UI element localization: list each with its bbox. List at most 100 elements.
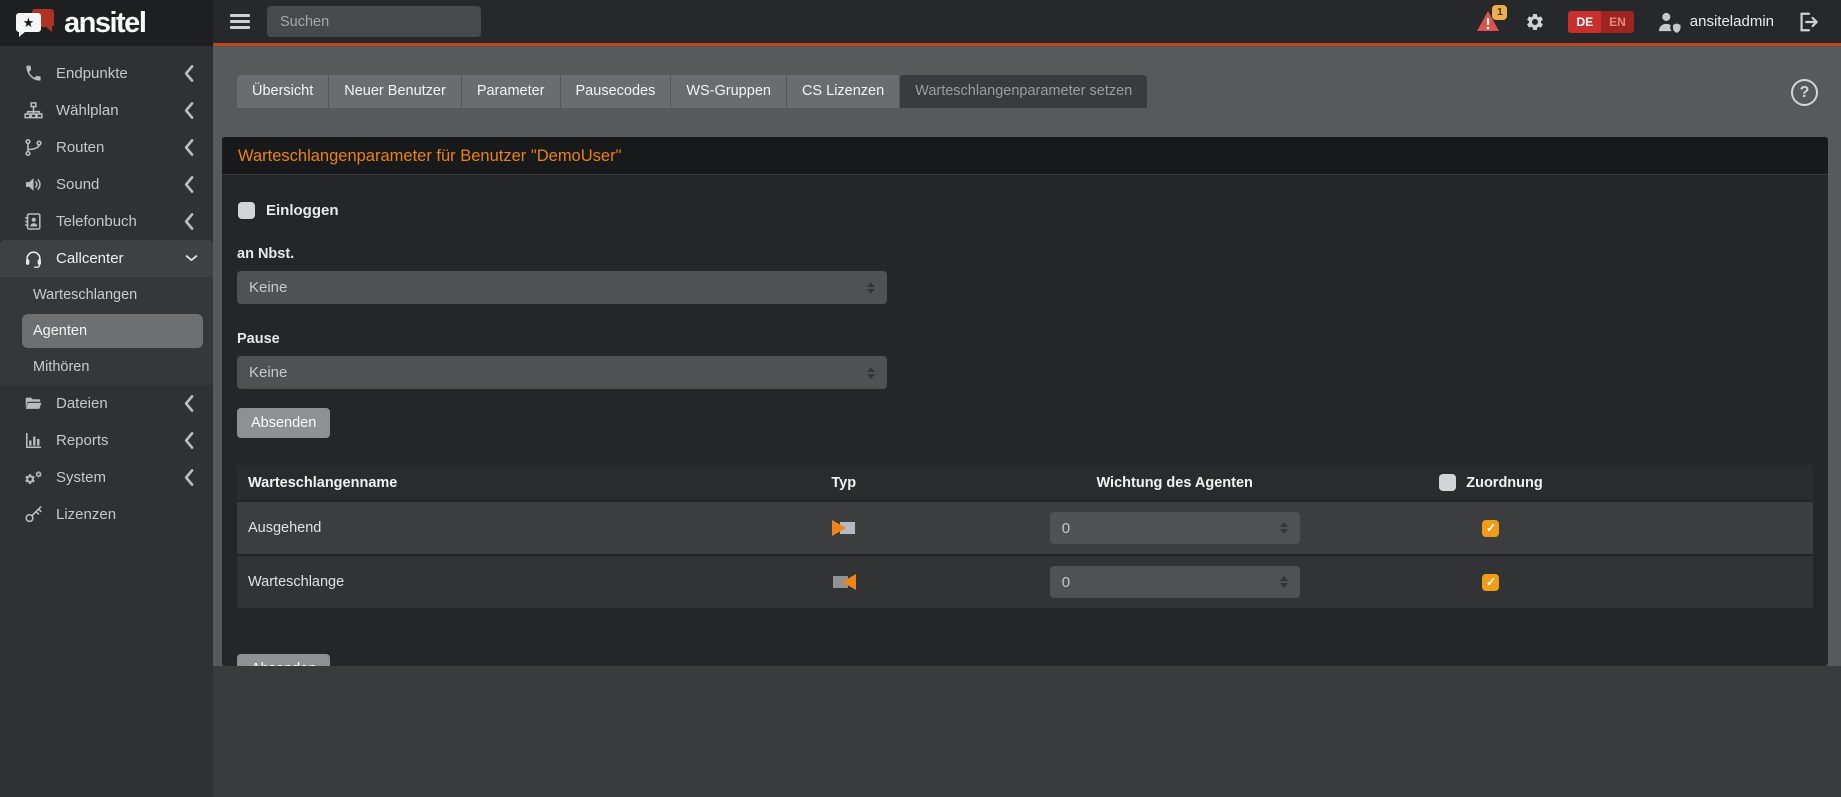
weight-select[interactable]: 0 <box>1050 512 1300 544</box>
settings-button[interactable] <box>1525 12 1545 32</box>
chevron-left-icon <box>179 394 198 413</box>
user-shield-icon <box>1657 11 1682 33</box>
chevron-left-icon <box>179 138 198 157</box>
key-icon <box>24 505 43 524</box>
sidebar-item-dateien[interactable]: Dateien <box>0 385 213 422</box>
tab-pausecodes[interactable]: Pausecodes <box>561 75 672 108</box>
header-warteschlangenname: Warteschlangenname <box>237 465 757 501</box>
sidebar-item-lizenzen[interactable]: Lizenzen <box>0 496 213 533</box>
sidebar-subitem-label: Agenten <box>33 323 87 339</box>
sidebar-item-sound[interactable]: Sound <box>0 166 213 203</box>
select-arrows-icon <box>867 282 875 294</box>
gear-icon <box>1525 12 1545 32</box>
header-zuordnung: Zuordnung <box>1419 465 1813 501</box>
lang-de-button[interactable]: DE <box>1568 11 1601 33</box>
sidebar-item-label: Sound <box>56 176 99 193</box>
weight-select[interactable]: 0 <box>1050 566 1300 598</box>
panel-title: Warteschlangenparameter für Benutzer "De… <box>222 137 1828 175</box>
tab-cs-lizenzen[interactable]: CS Lizenzen <box>787 75 900 108</box>
sidebar-subitem-agenten[interactable]: Agenten <box>22 314 203 348</box>
einloggen-checkbox[interactable] <box>238 202 255 219</box>
user-menu[interactable]: ansiteladmin <box>1657 11 1774 33</box>
tab-parameter[interactable]: Parameter <box>462 75 561 108</box>
sidebar-item-label: System <box>56 469 106 486</box>
select-arrows-icon <box>867 367 875 379</box>
check-icon: ✓ <box>1486 521 1496 535</box>
queue-parameters-panel: Warteschlangenparameter für Benutzer "De… <box>222 137 1828 666</box>
select-arrows-icon <box>1280 522 1288 534</box>
sidebar: Endpunkte Wählplan Routen <box>0 46 213 797</box>
check-icon: ✓ <box>1486 575 1496 589</box>
sidebar-item-label: Reports <box>56 432 109 449</box>
pause-label: Pause <box>237 331 1813 347</box>
tab-strip: Übersicht Neuer Benutzer Parameter Pause… <box>222 46 1828 137</box>
sidebar-item-label: Lizenzen <box>56 506 116 523</box>
table-row: Warteschlange 0 <box>237 555 1813 609</box>
chevron-left-icon <box>179 64 198 83</box>
sidebar-item-label: Dateien <box>56 395 108 412</box>
folder-open-icon <box>24 394 43 413</box>
sidebar-item-reports[interactable]: Reports <box>0 422 213 459</box>
star-icon: ★ <box>23 15 35 31</box>
sidebar-item-callcenter[interactable]: Callcenter <box>0 240 213 277</box>
sidebar-item-system[interactable]: System <box>0 459 213 496</box>
lang-en-button[interactable]: EN <box>1601 11 1634 33</box>
select-value: Keine <box>249 364 287 381</box>
alert-count-badge: 1 <box>1492 5 1507 20</box>
tab-ws-gruppen[interactable]: WS-Gruppen <box>671 75 787 108</box>
menu-toggle-icon[interactable] <box>230 14 250 29</box>
assignment-checkbox[interactable]: ✓ <box>1482 574 1499 591</box>
chevron-left-icon <box>179 431 198 450</box>
chevron-left-icon <box>179 175 198 194</box>
select-value: Keine <box>249 279 287 296</box>
sidebar-group-callcenter: Callcenter Warteschlangen Agenten Mithör… <box>0 240 213 385</box>
volume-icon <box>24 175 43 194</box>
language-switch: DE EN <box>1568 11 1633 33</box>
chevron-left-icon <box>179 101 198 120</box>
phone-icon <box>24 64 43 83</box>
submit-button-top[interactable]: Absenden <box>237 408 330 438</box>
header-zuordnung-label: Zuordnung <box>1466 475 1543 491</box>
topbar-main: 1 DE EN ansiteladmin <box>213 0 1841 46</box>
an-nbst-label: an Nbst. <box>237 246 1813 262</box>
inbound-call-icon <box>830 574 858 591</box>
queue-name: Warteschlange <box>237 555 757 609</box>
queue-name: Ausgehend <box>237 501 757 555</box>
logout-button[interactable] <box>1797 11 1819 33</box>
header-typ: Typ <box>757 465 930 501</box>
logout-icon <box>1797 11 1819 33</box>
select-value: 0 <box>1062 574 1070 591</box>
sidebar-item-endpunkte[interactable]: Endpunkte <box>0 55 213 92</box>
sidebar-subitem-warteschlangen[interactable]: Warteschlangen <box>0 277 213 313</box>
tab-uebersicht[interactable]: Übersicht <box>237 75 329 108</box>
chevron-left-icon <box>179 212 198 231</box>
assignment-checkbox[interactable]: ✓ <box>1482 520 1499 537</box>
sidebar-item-routen[interactable]: Routen <box>0 129 213 166</box>
topbar: ★ ansitel 1 DE EN <box>0 0 1841 46</box>
help-icon[interactable]: ? <box>1791 79 1818 106</box>
chevron-down-icon <box>185 254 198 263</box>
sidebar-subitem-label: Mithören <box>33 359 89 375</box>
sidebar-item-label: Telefonbuch <box>56 213 137 230</box>
brand-name: ansitel <box>64 7 145 40</box>
tab-neuer-benutzer[interactable]: Neuer Benutzer <box>329 75 462 108</box>
alerts-button[interactable]: 1 <box>1476 10 1502 34</box>
sidebar-item-label: Routen <box>56 139 104 156</box>
address-book-icon <box>24 212 43 231</box>
select-arrows-icon <box>1280 576 1288 588</box>
sitemap-icon <box>24 101 43 120</box>
select-all-checkbox[interactable] <box>1439 474 1456 491</box>
app-logo: ★ ansitel <box>0 0 213 46</box>
pause-select[interactable]: Keine <box>237 356 887 389</box>
queues-table: Warteschlangenname Typ Wichtung des Agen… <box>237 465 1813 610</box>
outbound-call-icon <box>830 520 858 537</box>
search-input[interactable] <box>267 6 481 37</box>
an-nbst-select[interactable]: Keine <box>237 271 887 304</box>
sidebar-subitem-mithoeren[interactable]: Mithören <box>0 349 213 385</box>
sidebar-item-telefonbuch[interactable]: Telefonbuch <box>0 203 213 240</box>
sidebar-subitem-label: Warteschlangen <box>33 287 137 303</box>
tab-warteschlangenparameter-setzen[interactable]: Warteschlangenparameter setzen <box>900 75 1147 108</box>
sidebar-item-waehlplan[interactable]: Wählplan <box>0 92 213 129</box>
username: ansiteladmin <box>1690 13 1774 30</box>
table-row: Ausgehend 0 <box>237 501 1813 555</box>
